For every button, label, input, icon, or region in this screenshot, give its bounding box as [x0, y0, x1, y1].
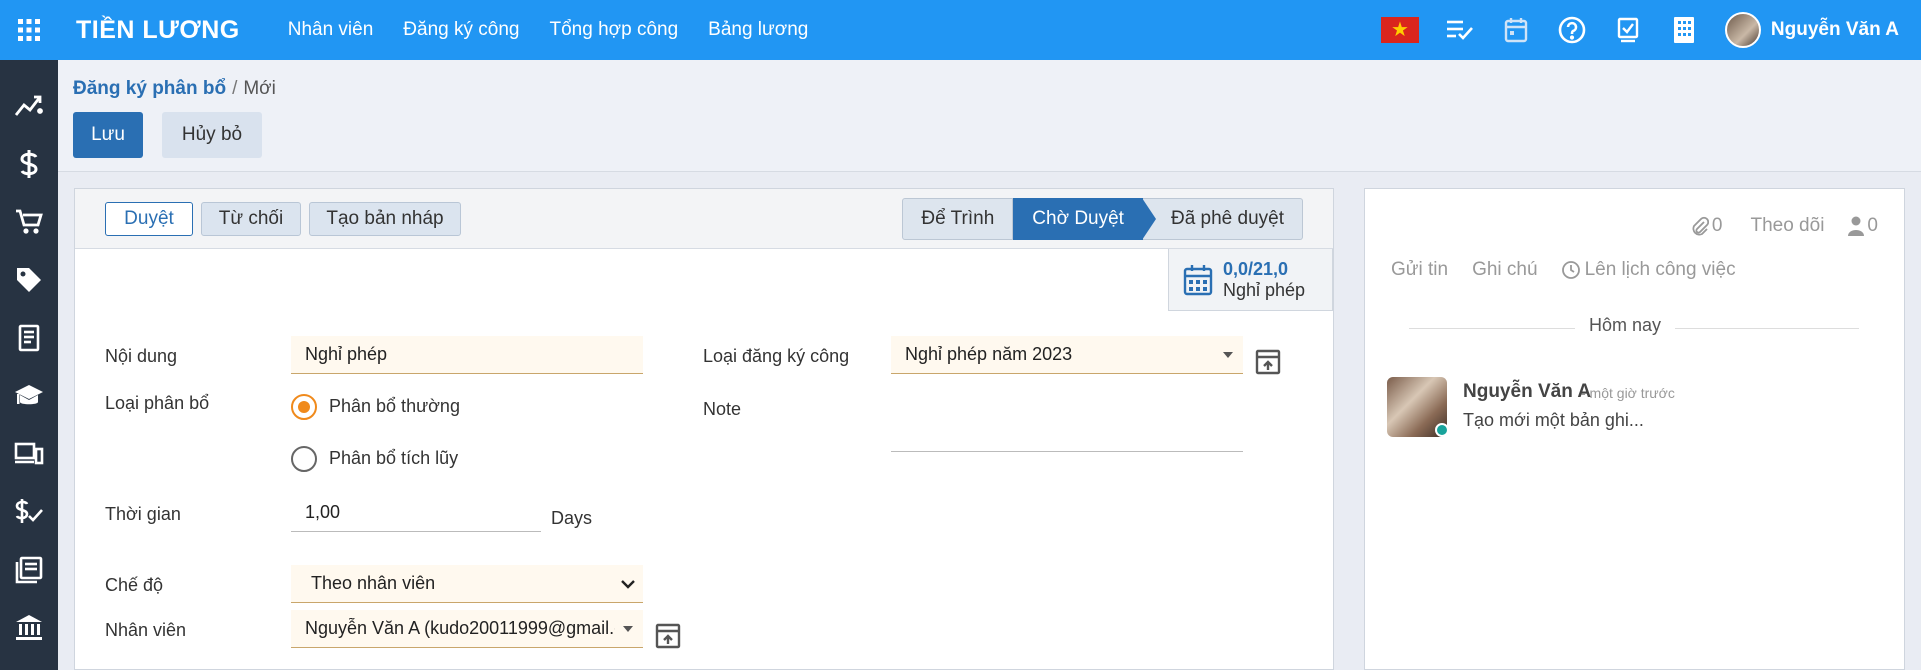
app-sidebar: [0, 60, 58, 670]
stage-cho-duyet[interactable]: Chờ Duyệt: [1013, 198, 1156, 240]
message-body: Tạo mới một bản ghi...: [1463, 410, 1644, 430]
leave-stat-value: 0,0/21,0: [1223, 258, 1289, 279]
app-brand[interactable]: TIỀN LƯƠNG: [76, 16, 240, 45]
note-label: Note: [703, 399, 742, 419]
clock-icon: [1561, 261, 1580, 279]
calendar-icon[interactable]: [1501, 15, 1531, 45]
reject-button[interactable]: Từ chối: [201, 202, 301, 236]
user-avatar: [1724, 12, 1761, 48]
loai-dk-cong-label: Loại đăng ký công: [703, 346, 850, 366]
attachments-count: 0: [1711, 215, 1723, 236]
dropdown-caret-icon: [1223, 352, 1233, 358]
schedule-activity-button[interactable]: Lên lịch công việc: [1561, 259, 1736, 281]
graduation-icon[interactable]: [12, 378, 46, 414]
nhan-vien-label: Nhân viên: [105, 620, 187, 640]
paperclip-icon: [1692, 216, 1709, 236]
main-menu: Nhân viên Đăng ký công Tổng hợp công Bản…: [288, 19, 809, 41]
send-message-button[interactable]: Gửi tin: [1391, 259, 1448, 281]
loai-dk-cong-value: Nghỉ phép năm 2023: [905, 344, 1073, 364]
apps-menu-icon[interactable]: [0, 0, 58, 60]
nhan-vien-input[interactable]: Nguyễn Văn A (kudo20011999@gmail.c: [291, 610, 643, 648]
stage-da-phe-duyet[interactable]: Đã phê duyệt: [1142, 198, 1303, 240]
thoi-gian-label: Thời gian: [105, 504, 181, 524]
status-stages: Để Trình Chờ Duyệt Đã phê duyệt: [902, 198, 1303, 240]
help-icon[interactable]: [1557, 15, 1587, 45]
chevron-down-icon: [621, 580, 635, 589]
calendar-icon: [1183, 264, 1213, 295]
followers-count: 0: [1867, 215, 1878, 236]
nhan-vien-value: Nguyễn Văn A (kudo20011999@gmail.c: [305, 618, 615, 638]
activity-list-icon[interactable]: [1445, 15, 1475, 45]
radio-phan-bo-thuong-label[interactable]: Phân bổ thường: [329, 396, 460, 417]
company-building-icon[interactable]: [1669, 15, 1699, 45]
log-note-button[interactable]: Ghi chú: [1472, 259, 1537, 281]
user-name: Nguyễn Văn A: [1770, 19, 1899, 40]
stage-de-trinh[interactable]: Để Trình: [902, 198, 1014, 240]
message-author[interactable]: Nguyễn Văn A: [1463, 381, 1591, 403]
follow-button[interactable]: Theo dõi: [1750, 215, 1824, 237]
external-link-icon[interactable]: [655, 623, 681, 649]
top-navbar: TIỀN LƯƠNG Nhân viên Đăng ký công Tổng h…: [0, 0, 1921, 60]
money-check-icon[interactable]: [12, 494, 46, 530]
note-textarea[interactable]: [891, 394, 1243, 452]
chatter-panel: 0 Theo dõi 0 Gửi tin Ghi chú Lên lịch cô…: [1364, 188, 1905, 670]
noi-dung-input[interactable]: Nghỉ phép: [291, 336, 643, 374]
devices-icon[interactable]: [12, 436, 46, 472]
create-draft-button[interactable]: Tạo bản nháp: [309, 202, 461, 236]
menu-item-bang-luong[interactable]: Bảng lương: [708, 19, 808, 41]
date-today: Hôm nay: [1575, 315, 1676, 336]
breadcrumb: Đăng ký phân bổ / Mới: [73, 78, 276, 100]
loai-dk-cong-input[interactable]: Nghỉ phép năm 2023: [891, 336, 1243, 374]
radio-phan-bo-tich-luy-label[interactable]: Phân bổ tích lũy: [329, 448, 458, 469]
dollar-icon[interactable]: [12, 146, 46, 182]
menu-item-nhan-vien[interactable]: Nhân viên: [288, 19, 374, 41]
bank-icon[interactable]: [12, 610, 46, 646]
radio-phan-bo-tich-luy[interactable]: [291, 446, 317, 472]
breadcrumb-parent[interactable]: Đăng ký phân bổ: [73, 78, 226, 99]
systray: ★ Nguyễn Văn A: [1380, 0, 1899, 60]
loai-phan-bo-label: Loại phân bổ: [105, 393, 210, 413]
chatter-topbar: 0 Theo dõi 0: [1691, 215, 1878, 237]
user-icon: [1848, 216, 1865, 236]
menu-item-dang-ky-cong[interactable]: Đăng ký công: [403, 19, 519, 41]
control-panel: Đăng ký phân bổ / Mới Lưu Hủy bỏ: [58, 60, 1921, 172]
discard-button[interactable]: Hủy bỏ: [162, 112, 262, 158]
approve-button[interactable]: Duyệt: [105, 202, 193, 236]
online-status-icon: [1435, 423, 1449, 437]
thoi-gian-unit: Days: [551, 508, 593, 528]
cart-icon[interactable]: [12, 204, 46, 240]
breadcrumb-separator: /: [232, 78, 238, 99]
external-link-icon[interactable]: [1255, 349, 1281, 375]
tag-icon[interactable]: [12, 262, 46, 298]
leave-stat-label: Nghỉ phép: [1223, 279, 1306, 300]
followers-button[interactable]: 0: [1848, 215, 1878, 237]
attachments-button[interactable]: 0: [1691, 215, 1723, 237]
form-statusbar: Duyệt Từ chối Tạo bản nháp Để Trình Chờ …: [75, 189, 1333, 249]
noi-dung-label: Nội dung: [105, 346, 178, 366]
receipt-icon[interactable]: [12, 320, 46, 356]
dropdown-caret-icon: [623, 626, 633, 632]
chart-trend-icon[interactable]: [12, 88, 46, 124]
schedule-activity-label: Lên lịch công việc: [1584, 259, 1736, 280]
task-board-icon[interactable]: [1613, 15, 1643, 45]
che-do-label: Chế độ: [105, 575, 164, 595]
chatter-actions: Gửi tin Ghi chú Lên lịch công việc: [1391, 259, 1736, 281]
leave-stat-button[interactable]: 0,0/21,0 Nghỉ phép: [1168, 249, 1333, 311]
vietnam-flag-icon[interactable]: ★: [1380, 17, 1419, 43]
book-icon[interactable]: [12, 552, 46, 588]
breadcrumb-current: Mới: [243, 78, 276, 99]
menu-item-tong-hop-cong[interactable]: Tổng hợp công: [549, 19, 678, 41]
thoi-gian-input[interactable]: 1,00: [291, 494, 541, 532]
message-time: - một giờ trước: [1581, 385, 1675, 401]
form-sheet: Duyệt Từ chối Tạo bản nháp Để Trình Chờ …: [74, 188, 1334, 670]
save-button[interactable]: Lưu: [73, 112, 143, 158]
che-do-select[interactable]: Theo nhân viên: [291, 565, 643, 603]
radio-phan-bo-thuong[interactable]: [291, 394, 317, 420]
user-menu[interactable]: Nguyễn Văn A: [1724, 12, 1899, 48]
che-do-value: Theo nhân viên: [311, 573, 436, 593]
